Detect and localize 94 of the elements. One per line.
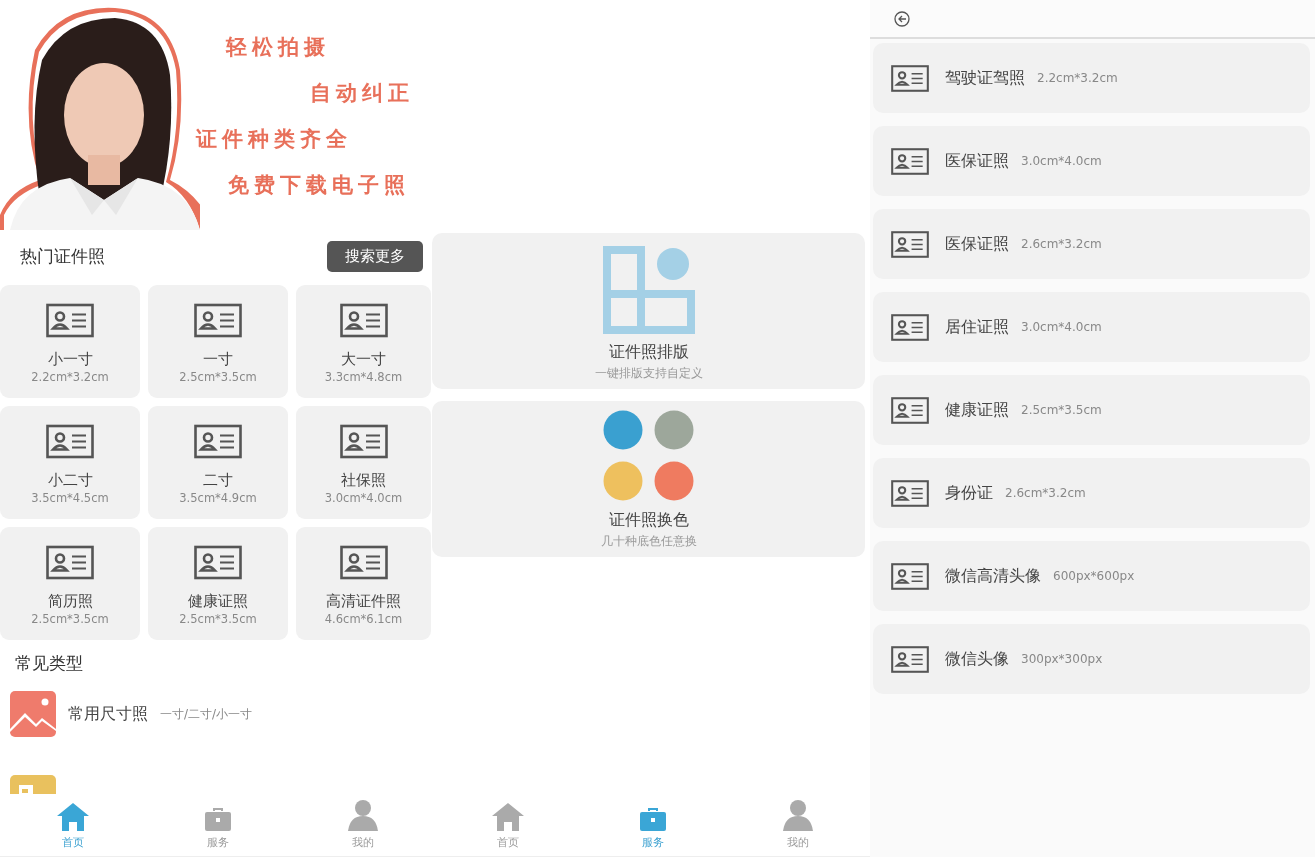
id-card-icon [339,424,388,459]
person-icon [780,798,815,832]
size-name: 小二寸 [47,471,93,489]
section-title: 常见类型 [14,652,84,675]
size-row[interactable]: 健康证照 2.5cm*3.5cm [873,375,1310,445]
briefcase-icon [203,806,232,832]
size-name: 社保照 [341,471,386,489]
section-title: 热门证件照 [20,244,105,268]
id-card-icon [46,545,94,580]
size-name: 健康证照 [188,592,248,610]
search-more-button[interactable]: 搜索更多 [327,240,423,272]
size-name: 身份证 [945,482,993,504]
size-card[interactable]: 简历照 2.5cm*3.5cm [0,527,140,640]
banner-slogan: 免费下载电子照 [228,172,411,198]
id-card-icon [891,562,929,590]
feature-card[interactable]: 证件照排版 一键排版支持自定义 [432,233,865,389]
size-name: 简历照 [47,592,93,610]
size-name: 二寸 [203,471,233,489]
size-name: 高清证件照 [326,592,401,610]
id-card-icon [891,396,929,424]
size-card[interactable]: 小二寸 3.5cm*4.5cm [0,406,140,519]
home-icon [490,802,525,832]
size-row[interactable]: 医保证照 3.0cm*4.0cm [873,126,1310,196]
id-card-icon [194,303,242,338]
size-dimensions: 3.3cm*4.8cm [324,370,403,384]
category-subtitle: 一寸/二寸/小一寸 [160,705,253,723]
id-card-icon [891,147,929,175]
id-card-icon [194,424,242,459]
person-icon [345,798,380,832]
size-name: 一寸 [203,350,233,368]
size-name: 微信高清头像 [945,565,1041,587]
feature-title: 证件照换色 [608,510,689,531]
size-row[interactable]: 微信头像 300px*300px [873,624,1310,694]
banner-slogan: 证件种类齐全 [196,126,353,152]
size-dimensions: 2.2cm*3.2cm [1037,71,1118,85]
layout-icon [602,246,695,334]
size-name: 医保证照 [945,233,1009,255]
size-name: 驾驶证驾照 [945,67,1025,89]
size-row[interactable]: 居住证照 3.0cm*4.0cm [873,292,1310,362]
id-card-icon [891,313,929,341]
size-dimensions: 2.5cm*3.5cm [31,612,109,626]
size-dimensions: 3.0cm*4.0cm [1021,320,1102,334]
size-dimensions: 2.2cm*3.2cm [31,370,109,384]
id-card-icon [891,230,929,258]
size-card[interactable]: 二寸 3.5cm*4.9cm [148,406,288,519]
size-dimensions: 3.5cm*4.5cm [31,491,109,505]
size-dimensions: 4.6cm*6.1cm [324,612,403,626]
briefcase-icon [638,806,667,832]
size-dimensions: 3.5cm*4.9cm [179,491,257,505]
size-row[interactable]: 驾驶证驾照 2.2cm*3.2cm [873,43,1310,113]
size-dimensions: 2.6cm*3.2cm [1021,237,1102,251]
feature-title: 证件照排版 [608,342,689,363]
id-card-icon [46,303,94,338]
size-row[interactable]: 身份证 2.6cm*3.2cm [873,458,1310,528]
size-name: 大一寸 [341,350,386,368]
size-dimensions: 600px*600px [1053,569,1135,583]
size-dimensions: 300px*300px [1021,652,1103,666]
size-card[interactable]: 社保照 3.0cm*4.0cm [296,406,431,519]
category-row[interactable]: 常用尺寸照 一寸/二寸/小一寸 [0,683,435,767]
size-dimensions: 2.5cm*3.5cm [179,612,257,626]
size-dimensions: 3.0cm*4.0cm [1021,154,1102,168]
size-dimensions: 3.0cm*4.0cm [324,491,403,505]
id-card-icon [46,424,94,459]
banner-slogan: 自动纠正 [310,80,414,106]
feature-subtitle: 几十种底色任意换 [600,534,697,549]
size-name: 医保证照 [945,150,1009,172]
size-row[interactable]: 微信高清头像 600px*600px [873,541,1310,611]
size-dimensions: 2.5cm*3.5cm [179,370,257,384]
id-card-icon [339,545,388,580]
size-name: 微信头像 [945,648,1009,670]
feature-subtitle: 一键排版支持自定义 [594,366,703,381]
size-card[interactable]: 小一寸 2.2cm*3.2cm [0,285,140,398]
banner-slogan: 轻松拍摄 [226,34,331,60]
id-card-icon [194,545,242,580]
size-name: 健康证照 [945,399,1009,421]
id-card-icon [339,303,388,338]
home-icon [55,802,90,832]
size-card[interactable]: 大一寸 3.3cm*4.8cm [296,285,431,398]
size-row[interactable]: 医保证照 2.6cm*3.2cm [873,209,1310,279]
back-icon[interactable] [894,10,910,27]
size-dimensions: 2.5cm*3.5cm [1021,403,1102,417]
size-name: 小一寸 [47,350,93,368]
size-name: 居住证照 [945,316,1009,338]
id-card-icon [891,479,929,507]
category-title: 常用尺寸照 [68,703,148,725]
size-card[interactable]: 高清证件照 4.6cm*6.1cm [296,527,431,640]
id-card-icon [891,645,929,673]
image-icon [10,691,56,737]
color-swatches-icon [602,410,695,502]
feature-card[interactable]: 证件照换色 几十种底色任意换 [432,401,865,557]
id-card-icon [891,64,929,92]
size-card[interactable]: 一寸 2.5cm*3.5cm [148,285,288,398]
size-card[interactable]: 健康证照 2.5cm*3.5cm [148,527,288,640]
size-dimensions: 2.6cm*3.2cm [1005,486,1086,500]
